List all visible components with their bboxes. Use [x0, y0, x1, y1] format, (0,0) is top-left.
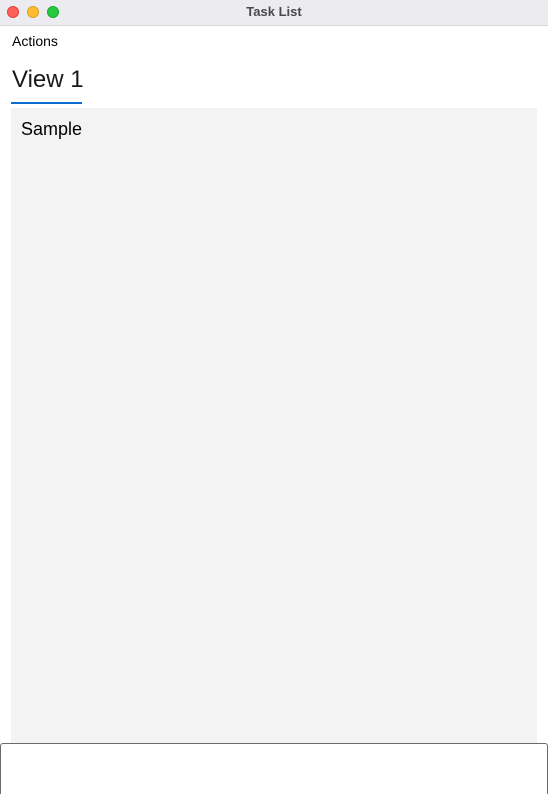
- app-window: Task List Actions View 1 Sample: [0, 0, 548, 794]
- actions-menu[interactable]: Actions: [12, 33, 58, 49]
- tab-label: View 1: [12, 66, 84, 93]
- tab-view-1[interactable]: View 1: [11, 64, 84, 104]
- content-panel: Sample: [11, 108, 537, 744]
- title-bar[interactable]: Task List: [0, 0, 548, 26]
- content-sample-text: Sample: [21, 119, 83, 139]
- bottom-bar: [0, 743, 548, 794]
- window-title: Task List: [246, 4, 302, 19]
